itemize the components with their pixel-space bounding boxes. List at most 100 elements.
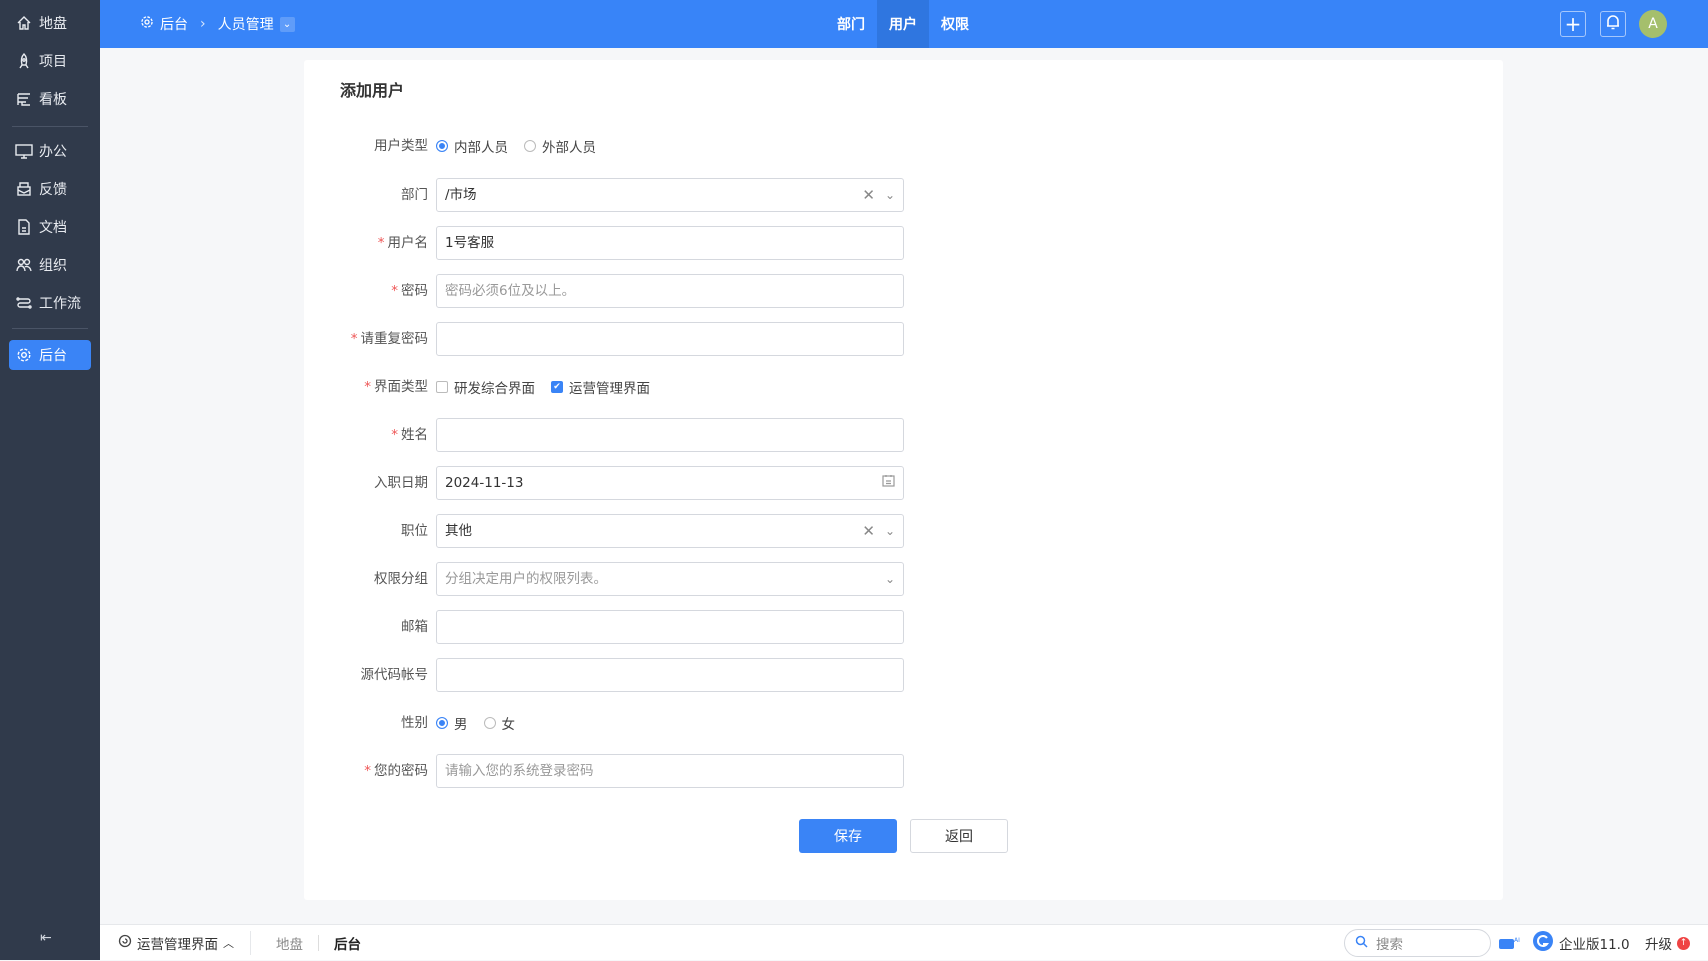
sidebar-item-dashboard[interactable]: 地盘 <box>9 8 91 38</box>
chevron-down-icon[interactable]: ⌄ <box>885 515 895 547</box>
clear-icon[interactable]: ✕ <box>862 179 875 211</box>
zentao-logo-icon <box>1532 930 1554 956</box>
field-label: * 请重复密码 <box>350 331 428 347</box>
password-row: * 密码 密码必须6位及以上。 <box>304 274 924 308</box>
search-icon <box>1355 935 1368 952</box>
radio-external[interactable]: 外部人员 <box>524 136 596 156</box>
version-label: 企业版11.0 <box>1559 937 1630 953</box>
sidebar-divider <box>12 126 88 127</box>
checkbox-rnd[interactable]: 研发综合界面 <box>436 377 535 397</box>
notifications-button[interactable] <box>1600 11 1626 37</box>
radio-unchecked[interactable] <box>483 717 496 729</box>
tab-dept[interactable]: 部门 <box>825 0 877 48</box>
users-icon <box>15 256 33 274</box>
sidebar-item-feedback[interactable]: 反馈 <box>9 174 91 204</box>
upgrade-button[interactable]: 升级 ↑ <box>1645 925 1690 961</box>
sidebar-item-doc[interactable]: 文档 <box>9 212 91 242</box>
checkbox-ops[interactable]: ✔ 运营管理界面 <box>551 377 650 397</box>
radio-female[interactable]: 女 <box>483 713 516 733</box>
ai-chat-icon[interactable]: AI <box>1498 925 1520 961</box>
sidebar-item-label: 办公 <box>39 144 67 160</box>
field-label: 用户类型 <box>374 138 428 154</box>
select-placeholder: 分组决定用户的权限列表。 <box>445 571 607 587</box>
repeat-password-input[interactable] <box>436 322 904 356</box>
radio-checked[interactable] <box>436 140 448 152</box>
date-value: 2024-11-13 <box>445 475 524 491</box>
dept-row: 部门 /市场 ✕ ⌄ <box>304 178 924 212</box>
field-label: * 界面类型 <box>364 379 428 395</box>
tab-priv[interactable]: 权限 <box>929 0 981 48</box>
field-label: * 您的密码 <box>364 763 428 779</box>
radio-checked[interactable] <box>436 717 448 729</box>
breadcrumb: 后台 › 人员管理 ⌄ <box>140 0 295 48</box>
field-label: 权限分组 <box>374 571 428 587</box>
ui-type-row: * 界面类型 研发综合界面 ✔ 运营管理界面 <box>304 370 924 404</box>
chevron-down-icon[interactable]: ⌄ <box>885 179 895 211</box>
group-select[interactable]: 分组决定用户的权限列表。 ⌄ <box>436 562 904 596</box>
checkbox-checked[interactable]: ✔ <box>551 381 563 393</box>
sidebar-item-label: 地盘 <box>39 16 67 32</box>
footer-bar: 运营管理界面 ︿ 地盘 后台 搜索 AI 企业版11.0 升级 ↑ <box>100 924 1708 960</box>
password-input[interactable]: 密码必须6位及以上。 <box>436 274 904 308</box>
divider <box>318 935 319 951</box>
search-input[interactable]: 搜索 <box>1344 929 1491 957</box>
realname-input[interactable] <box>436 418 904 452</box>
user-type-row: 用户类型 内部人员 外部人员 <box>304 129 924 163</box>
chevron-down-icon[interactable]: ⌄ <box>885 563 895 595</box>
gear-icon <box>140 15 154 33</box>
sidebar-item-label: 看板 <box>39 92 67 108</box>
sidebar-item-project[interactable]: 项目 <box>9 46 91 76</box>
field-label: 职位 <box>401 523 428 539</box>
sidebar-item-workflow[interactable]: 工作流 <box>9 288 91 318</box>
calendar-icon[interactable] <box>882 467 895 499</box>
realname-row: * 姓名 <box>304 418 924 452</box>
upgrade-badge-icon: ↑ <box>1677 936 1690 950</box>
role-select[interactable]: 其他 ✕ ⌄ <box>436 514 904 548</box>
select-value: 其他 <box>445 523 472 539</box>
footer-crumb-dashboard[interactable]: 地盘 <box>276 925 303 961</box>
checkbox-unchecked[interactable] <box>436 381 448 393</box>
chevron-down-icon[interactable]: ⌄ <box>279 16 295 32</box>
radio-unchecked[interactable] <box>524 140 536 152</box>
workflow-icon <box>15 294 33 312</box>
sidebar-item-label: 文档 <box>39 220 67 236</box>
sidebar-item-oa[interactable]: 办公 <box>9 136 91 166</box>
ui-switch-button[interactable]: 运营管理界面 ︿ <box>118 925 234 961</box>
username-input[interactable]: 1号客服 <box>436 226 904 260</box>
add-button[interactable]: + <box>1560 11 1586 37</box>
option-label: 男 <box>454 717 468 733</box>
dept-select[interactable]: /市场 ✕ ⌄ <box>436 178 904 212</box>
breadcrumb-admin[interactable]: 后台 <box>160 14 188 34</box>
join-date-input[interactable]: 2024-11-13 <box>436 466 904 500</box>
field-label: * 姓名 <box>391 427 428 443</box>
clear-icon[interactable]: ✕ <box>862 515 875 547</box>
gender-row: 性别 男 女 <box>304 706 924 740</box>
option-label: 内部人员 <box>454 140 508 156</box>
chevron-right-icon: › <box>200 16 206 32</box>
commiter-input[interactable] <box>436 658 904 692</box>
version-info[interactable]: 企业版11.0 <box>1532 925 1630 961</box>
breadcrumb-people[interactable]: 人员管理 <box>218 14 274 34</box>
option-label: 女 <box>501 717 516 733</box>
verify-password-input[interactable]: 请输入您的系统登录密码 <box>436 754 904 788</box>
radio-male[interactable]: 男 <box>436 713 468 733</box>
email-row: 邮箱 <box>304 610 924 644</box>
sidebar-item-kanban[interactable]: 看板 <box>9 84 91 114</box>
sidebar-item-company[interactable]: 组织 <box>9 250 91 280</box>
sidebar-item-label: 反馈 <box>39 182 67 198</box>
footer-crumb-admin[interactable]: 后台 <box>334 925 361 961</box>
email-input[interactable] <box>436 610 904 644</box>
sidebar-item-admin[interactable]: 后台 <box>9 340 91 370</box>
back-button[interactable]: 返回 <box>910 819 1008 853</box>
tab-user[interactable]: 用户 <box>877 0 929 48</box>
oa-monitor-icon <box>15 142 33 160</box>
rocket-icon <box>15 52 33 70</box>
radio-internal[interactable]: 内部人员 <box>436 136 508 156</box>
collapse-sidebar-icon[interactable]: ⇤ <box>40 930 52 946</box>
top-tabs: 部门 用户 权限 <box>825 0 981 48</box>
save-button[interactable]: 保存 <box>799 819 897 853</box>
avatar[interactable]: A <box>1639 10 1667 38</box>
upgrade-label: 升级 <box>1645 937 1672 953</box>
field-label: 邮箱 <box>401 619 428 635</box>
page-title: 添加用户 <box>340 81 405 100</box>
